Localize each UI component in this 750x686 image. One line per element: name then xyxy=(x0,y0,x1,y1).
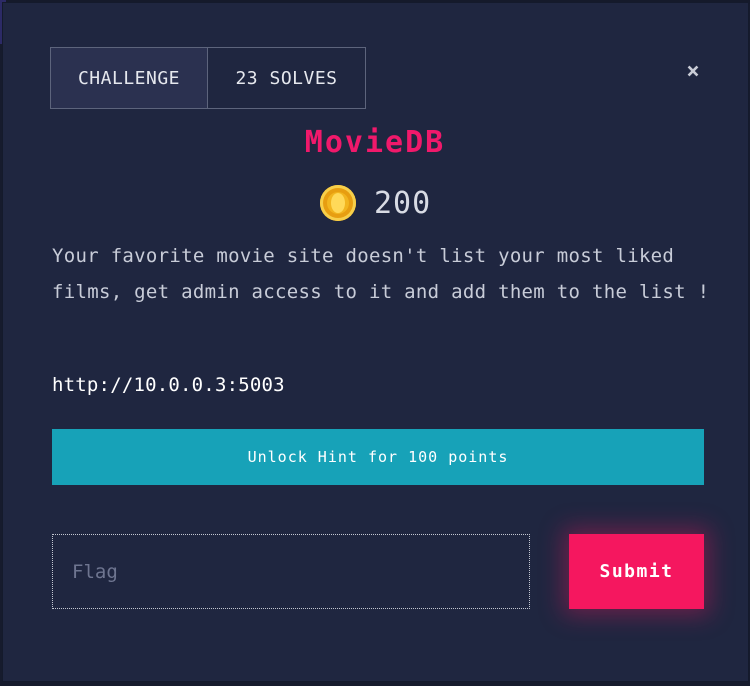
points-value: 200 xyxy=(374,185,432,221)
tab-challenge[interactable]: CHALLENGE xyxy=(50,47,208,109)
coin-icon xyxy=(320,185,356,221)
submit-button[interactable]: Submit xyxy=(569,534,704,609)
challenge-description: Your favorite movie site doesn't list yo… xyxy=(52,245,710,303)
unlock-hint-button[interactable]: Unlock Hint for 100 points xyxy=(52,429,704,485)
challenge-points: 200 xyxy=(320,182,431,224)
close-icon: × xyxy=(686,58,700,84)
challenge-link[interactable]: http://10.0.0.3:5003 xyxy=(52,374,285,396)
flag-input[interactable] xyxy=(52,534,530,609)
close-button[interactable]: × xyxy=(680,58,706,84)
challenge-title: MovieDB xyxy=(304,125,446,160)
modal-tabs: CHALLENGE 23 SOLVES xyxy=(50,47,366,109)
tab-solves[interactable]: 23 SOLVES xyxy=(208,47,366,109)
